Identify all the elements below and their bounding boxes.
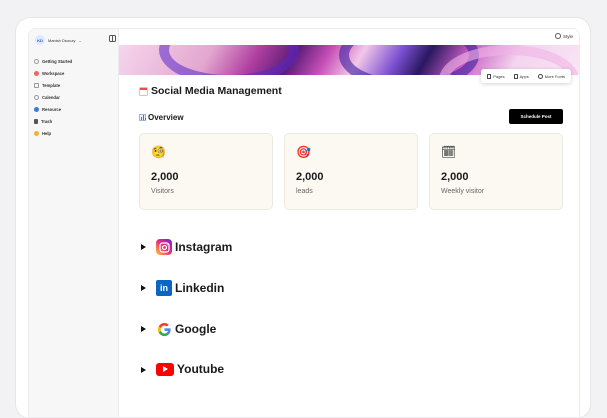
more-fonts-button[interactable]: More Fonts bbox=[537, 73, 565, 79]
help-icon bbox=[34, 130, 39, 136]
toggle-linkedin[interactable]: in Linkedin bbox=[141, 280, 232, 321]
apps-icon bbox=[513, 73, 518, 79]
sidebar-item-label: Getting Started bbox=[42, 58, 73, 64]
stat-card-visitors: 🧐 2,000 Visitors bbox=[139, 133, 273, 210]
sidebar-item-label: Help bbox=[42, 130, 52, 136]
sidebar-nav: Getting Started Workspace Template Calen… bbox=[34, 55, 72, 139]
thinking-face-icon: 🧐 bbox=[151, 145, 166, 159]
calendar-pad-icon: 🗓 bbox=[441, 145, 457, 159]
main-content: Style Pages Apps More Fonts Social Media… bbox=[119, 29, 579, 417]
sidebar-item-calendar[interactable]: Calendar bbox=[34, 91, 72, 103]
trash-icon bbox=[34, 118, 38, 124]
caret-right-icon bbox=[141, 367, 146, 373]
app-frame: KD Manish Dsouzy ⌄ Getting Started Works… bbox=[16, 18, 590, 418]
sidebar-item-workspace[interactable]: Workspace bbox=[34, 67, 72, 79]
instagram-icon bbox=[156, 239, 172, 255]
sidebar: KD Manish Dsouzy ⌄ Getting Started Works… bbox=[29, 29, 119, 417]
overview-heading: Overview bbox=[139, 113, 184, 122]
calendar-icon bbox=[139, 86, 148, 96]
topbar: Style bbox=[119, 29, 579, 45]
schedule-post-button[interactable]: Schedule Post bbox=[509, 109, 563, 124]
stat-value: 2,000 bbox=[151, 171, 179, 183]
app-window: KD Manish Dsouzy ⌄ Getting Started Works… bbox=[28, 28, 580, 418]
pages-button[interactable]: Pages bbox=[487, 73, 505, 79]
cover-menu: Pages Apps More Fonts bbox=[481, 69, 571, 83]
target-icon: 🎯 bbox=[296, 145, 311, 159]
bar-chart-icon bbox=[139, 114, 147, 121]
social-toggle-list: Instagram in Linkedin Google Youtube bbox=[141, 239, 232, 403]
more-fonts-label: More Fonts bbox=[544, 73, 565, 79]
toggle-instagram[interactable]: Instagram bbox=[141, 239, 232, 280]
toggle-google[interactable]: Google bbox=[141, 321, 232, 362]
fonts-icon bbox=[537, 73, 543, 79]
style-label: Style bbox=[562, 33, 573, 39]
sidebar-item-label: Template bbox=[42, 82, 61, 88]
stat-value: 2,000 bbox=[296, 171, 324, 183]
style-button[interactable]: Style bbox=[554, 33, 573, 39]
sidebar-item-template[interactable]: Template bbox=[34, 79, 72, 91]
caret-right-icon bbox=[141, 244, 146, 250]
overview-label: Overview bbox=[148, 113, 184, 122]
stat-label: Visitors bbox=[151, 188, 174, 195]
stat-card-leads: 🎯 2,000 leads bbox=[284, 133, 418, 210]
workspace-switcher[interactable]: KD Manish Dsouzy ⌄ bbox=[35, 35, 82, 45]
cover-swirl bbox=[159, 45, 299, 75]
toggle-label: Instagram bbox=[175, 240, 233, 254]
google-icon bbox=[156, 321, 172, 337]
template-icon bbox=[34, 82, 39, 88]
sidebar-item-trash[interactable]: Trash bbox=[34, 115, 72, 127]
toggle-youtube[interactable]: Youtube bbox=[141, 362, 232, 403]
calendar-icon bbox=[34, 94, 39, 100]
globe-icon bbox=[34, 106, 39, 112]
sidebar-item-resource[interactable]: Resource bbox=[34, 103, 72, 115]
caret-right-icon bbox=[141, 326, 146, 332]
sidebar-item-label: Calendar bbox=[42, 94, 60, 100]
apps-label: Apps bbox=[519, 73, 529, 79]
toggle-label: Google bbox=[175, 322, 217, 336]
caret-right-icon bbox=[141, 285, 146, 291]
sidebar-item-help[interactable]: Help bbox=[34, 127, 72, 139]
toggle-label: Linkedin bbox=[175, 281, 225, 295]
apps-button[interactable]: Apps bbox=[513, 73, 529, 79]
toggle-label: Youtube bbox=[177, 362, 225, 376]
page-title: Social Media Management bbox=[139, 85, 282, 97]
compass-icon bbox=[34, 58, 39, 64]
workspace-name: Manish Dsouzy bbox=[48, 37, 76, 43]
stats-cards: 🧐 2,000 Visitors 🎯 2,000 leads 🗓 2,000 W… bbox=[139, 133, 563, 210]
avatar: KD bbox=[35, 35, 45, 45]
stat-value: 2,000 bbox=[441, 171, 469, 183]
palette-icon bbox=[554, 33, 561, 39]
linkedin-icon: in bbox=[156, 280, 172, 296]
page-title-text: Social Media Management bbox=[151, 85, 282, 97]
sidebar-toggle-icon[interactable] bbox=[109, 35, 116, 42]
sidebar-item-label: Resource bbox=[42, 106, 62, 112]
sidebar-item-label: Trash bbox=[41, 118, 53, 124]
page-icon bbox=[487, 73, 492, 79]
pages-label: Pages bbox=[493, 73, 505, 79]
workspace-icon bbox=[34, 70, 39, 76]
stat-card-weekly-visitor: 🗓 2,000 Weekly visitor bbox=[429, 133, 563, 210]
stat-label: leads bbox=[296, 188, 313, 195]
youtube-icon bbox=[156, 362, 174, 376]
stat-label: Weekly visitor bbox=[441, 188, 485, 195]
chevron-down-icon: ⌄ bbox=[78, 37, 82, 43]
sidebar-item-getting-started[interactable]: Getting Started bbox=[34, 55, 72, 67]
sidebar-item-label: Workspace bbox=[42, 70, 65, 76]
